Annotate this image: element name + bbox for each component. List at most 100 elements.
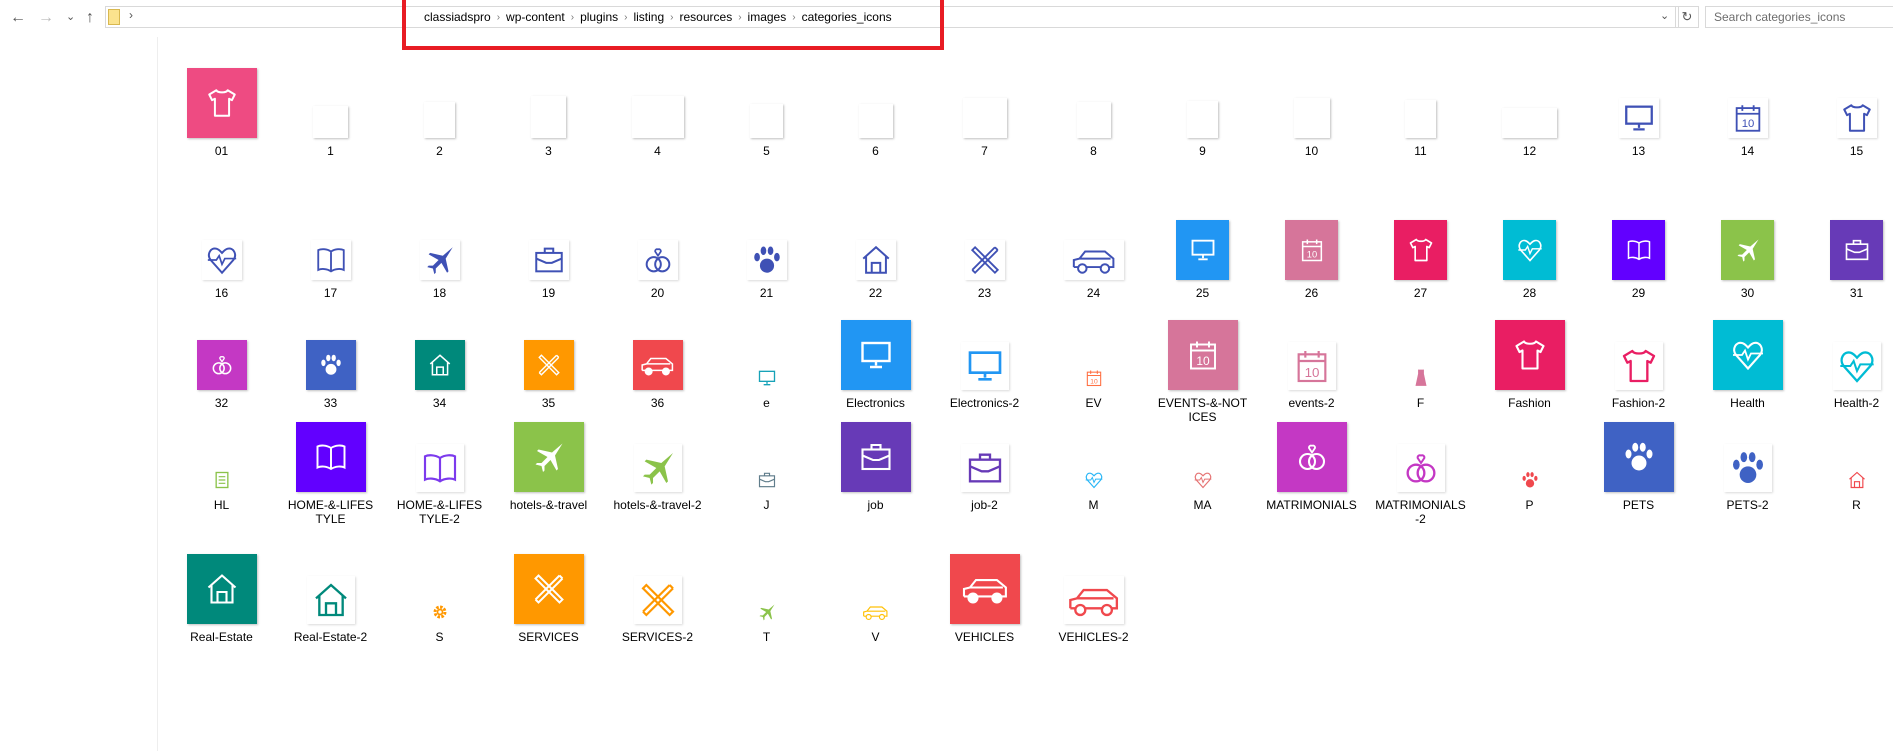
- file-item[interactable]: 6: [821, 60, 930, 158]
- file-item[interactable]: 29: [1584, 220, 1693, 300]
- file-item[interactable]: R: [1802, 420, 1893, 526]
- file-item[interactable]: 20: [603, 222, 712, 300]
- search-input[interactable]: Search categories_icons: [1705, 6, 1893, 28]
- file-name-label: Fashion: [1508, 396, 1551, 410]
- file-item[interactable]: VEHICLES-2: [1039, 552, 1148, 644]
- file-item[interactable]: 28: [1475, 220, 1584, 300]
- paw-icon: [1603, 422, 1674, 492]
- file-item[interactable]: 18: [385, 222, 494, 300]
- file-item[interactable]: Electronics: [821, 318, 930, 424]
- file-item[interactable]: 01: [167, 60, 276, 158]
- file-item[interactable]: F: [1366, 318, 1475, 424]
- file-item[interactable]: Electronics-2: [930, 318, 1039, 424]
- file-item[interactable]: 14: [1693, 60, 1802, 158]
- file-item[interactable]: P: [1475, 420, 1584, 526]
- file-item[interactable]: MA: [1148, 420, 1257, 526]
- file-item[interactable]: 19: [494, 222, 603, 300]
- file-item[interactable]: 9: [1148, 60, 1257, 158]
- recent-locations-button[interactable]: ⌄: [66, 10, 75, 23]
- file-item[interactable]: 34: [385, 318, 494, 424]
- file-item[interactable]: Real-Estate: [167, 552, 276, 644]
- file-item[interactable]: HOME-&-LIFESTYLE: [276, 420, 385, 526]
- file-name-label: SERVICES: [518, 630, 579, 644]
- file-item[interactable]: 27: [1366, 220, 1475, 300]
- file-item[interactable]: 5: [712, 60, 821, 158]
- file-name-label: MA: [1193, 498, 1212, 512]
- file-item[interactable]: V: [821, 552, 930, 644]
- file-item[interactable]: 32: [167, 318, 276, 424]
- file-item[interactable]: Health-2: [1802, 318, 1893, 424]
- file-item[interactable]: 33: [276, 318, 385, 424]
- file-item[interactable]: 30: [1693, 220, 1802, 300]
- file-name-label: 23: [977, 286, 992, 300]
- file-item[interactable]: Fashion: [1475, 318, 1584, 424]
- file-name-label: job-2: [971, 498, 998, 512]
- file-item[interactable]: 3: [494, 60, 603, 158]
- file-item[interactable]: 13: [1584, 60, 1693, 158]
- file-item[interactable]: 23: [930, 222, 1039, 300]
- file-item[interactable]: HL: [167, 420, 276, 526]
- file-item[interactable]: 17: [276, 222, 385, 300]
- file-item[interactable]: MATRIMONIALS: [1257, 420, 1366, 526]
- house-icon: [186, 554, 257, 624]
- file-item[interactable]: EVENTS-&-NOTICES: [1148, 318, 1257, 424]
- back-button[interactable]: ←: [10, 9, 26, 27]
- up-button[interactable]: ↑: [86, 9, 94, 27]
- file-item[interactable]: Health: [1693, 318, 1802, 424]
- file-item[interactable]: hotels-&-travel: [494, 420, 603, 526]
- file-item[interactable]: 24: [1039, 222, 1148, 300]
- file-item[interactable]: 31: [1802, 220, 1893, 300]
- file-item[interactable]: 22: [821, 222, 930, 300]
- file-item[interactable]: e: [712, 318, 821, 424]
- file-item[interactable]: PETS: [1584, 420, 1693, 526]
- tshirt-icon: [1394, 220, 1447, 280]
- file-item[interactable]: MATRIMONIALS-2: [1366, 420, 1475, 526]
- refresh-button[interactable]: ↻: [1675, 6, 1699, 28]
- file-item[interactable]: 8: [1039, 60, 1148, 158]
- file-item[interactable]: 11: [1366, 60, 1475, 158]
- thumbnail-area: [419, 222, 460, 280]
- file-item[interactable]: HOME-&-LIFESTYLE-2: [385, 420, 494, 526]
- tshirt-icon: [186, 68, 257, 138]
- file-item[interactable]: Fashion-2: [1584, 318, 1693, 424]
- file-item[interactable]: job-2: [930, 420, 1039, 526]
- file-item[interactable]: 36: [603, 318, 712, 424]
- file-item[interactable]: 21: [712, 222, 821, 300]
- file-item[interactable]: 7: [930, 60, 1039, 158]
- file-item[interactable]: 4: [603, 60, 712, 158]
- file-item[interactable]: EV: [1039, 318, 1148, 424]
- file-name-label: MATRIMONIALS-2: [1375, 498, 1466, 526]
- file-item[interactable]: 12: [1475, 60, 1584, 158]
- file-item[interactable]: 10: [1257, 60, 1366, 158]
- file-item[interactable]: 2: [385, 60, 494, 158]
- heart-icon: [1503, 220, 1556, 280]
- file-item[interactable]: 15: [1802, 60, 1893, 158]
- file-item[interactable]: M: [1039, 420, 1148, 526]
- file-item[interactable]: events-2: [1257, 318, 1366, 424]
- forward-button[interactable]: →: [38, 9, 54, 27]
- file-item[interactable]: 25: [1148, 220, 1257, 300]
- file-item[interactable]: job: [821, 420, 930, 526]
- address-root-separator[interactable]: ›: [129, 8, 133, 22]
- file-item[interactable]: SERVICES-2: [603, 552, 712, 644]
- file-item[interactable]: VEHICLES: [930, 552, 1039, 644]
- file-item[interactable]: hotels-&-travel-2: [603, 420, 712, 526]
- file-item[interactable]: S: [385, 552, 494, 644]
- file-item[interactable]: 26: [1257, 220, 1366, 300]
- navigation-pane-divider[interactable]: [157, 37, 158, 751]
- thumbnail-area: [1830, 220, 1883, 280]
- file-item[interactable]: PETS-2: [1693, 420, 1802, 526]
- address-dropdown-button[interactable]: ⌄: [1660, 9, 1669, 22]
- thumbnail-area: [414, 318, 465, 390]
- thumbnail-area: [840, 420, 911, 492]
- file-item[interactable]: J: [712, 420, 821, 526]
- file-item[interactable]: T: [712, 552, 821, 644]
- file-item[interactable]: 1: [276, 60, 385, 158]
- file-item[interactable]: Real-Estate-2: [276, 552, 385, 644]
- file-item[interactable]: 16: [167, 222, 276, 300]
- monitor-icon: [960, 342, 1009, 390]
- thumbnail-area: [209, 420, 234, 492]
- rings-icon: [637, 240, 678, 280]
- file-item[interactable]: 35: [494, 318, 603, 424]
- file-item[interactable]: SERVICES: [494, 552, 603, 644]
